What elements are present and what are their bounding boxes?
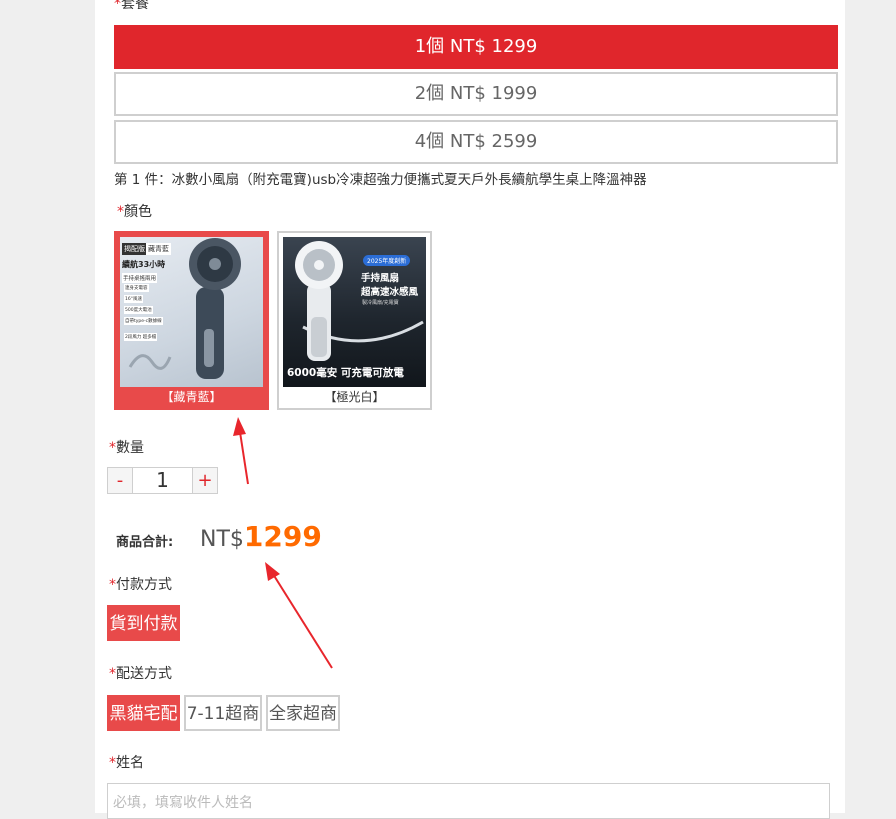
annotation-arrow-icon xyxy=(265,562,333,669)
annotation-arrows xyxy=(233,417,333,669)
annotation-arrow-icon xyxy=(233,417,249,485)
